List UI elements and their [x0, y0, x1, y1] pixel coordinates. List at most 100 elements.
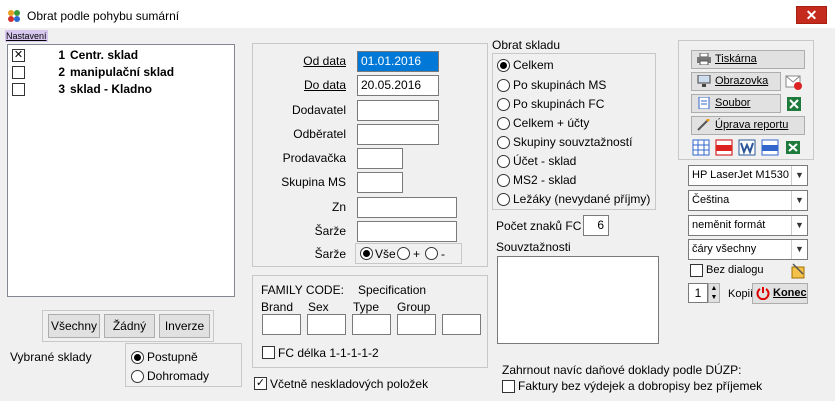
warehouse-number: 3	[58, 82, 65, 96]
group-input[interactable]	[397, 314, 436, 335]
sarze-label: Šarže	[314, 224, 346, 238]
email-icon[interactable]	[785, 73, 803, 91]
tiskarna-button[interactable]: Tiskárna	[691, 50, 805, 69]
printer-icon	[697, 53, 711, 66]
do-data-label: Do data	[303, 78, 346, 92]
obrat-title: Obrat skladu	[492, 38, 561, 52]
vcetne-checkbox[interactable]: ✓	[254, 377, 267, 390]
checkbox-warehouse-1[interactable]: ✕	[12, 49, 25, 62]
faktury-checkbox[interactable]	[502, 380, 515, 393]
select-none-button[interactable]: Žádný	[104, 314, 155, 338]
dodavatel-label: Dodavatel	[291, 103, 346, 117]
radio-dohromady[interactable]	[131, 370, 144, 383]
kopii-label: Kopií	[728, 288, 754, 300]
warehouse-list[interactable]: ✕ 1 Centr. sklad 2 manipulační sklad 3 s…	[7, 44, 235, 297]
skupina-ms-label: Skupina MS	[281, 175, 346, 189]
od-data-input[interactable]: 01.01.2016	[357, 51, 439, 72]
brand-label: Brand	[261, 300, 294, 314]
radio-obrat-ms2-sklad[interactable]	[497, 174, 510, 187]
lines-select[interactable]: čáry všechny ▼	[688, 239, 808, 260]
type-label: Type	[353, 300, 380, 314]
radio-sarze-vse-label: Vše	[375, 247, 396, 261]
radio-sarze-plus[interactable]	[397, 247, 410, 260]
power-icon	[756, 287, 770, 301]
invert-button[interactable]: Inverze	[159, 314, 210, 338]
sarze-input[interactable]	[357, 221, 457, 242]
printer-select[interactable]: HP LaserJet M1530 ▼	[688, 165, 808, 186]
odberatel-input[interactable]	[357, 124, 439, 145]
checkbox-warehouse-3[interactable]	[12, 83, 25, 96]
radio-obrat-label: Ležáky (nevydané příjmy)	[513, 192, 651, 206]
pocet-znaku-input[interactable]: 6	[583, 215, 609, 236]
type-input[interactable]	[352, 314, 391, 335]
radio-obrat-label: Účet - sklad	[513, 154, 577, 168]
fc-delka-label: FC délka 1-1-1-1-2	[278, 346, 379, 360]
group-label: Group	[397, 300, 431, 314]
radio-obrat-lezaky[interactable]	[497, 193, 510, 206]
excel-export-icon[interactable]	[784, 139, 802, 156]
brand-input[interactable]	[262, 314, 301, 335]
spec-extra-input[interactable]	[442, 314, 481, 335]
specification-label: Specification	[358, 283, 427, 297]
close-button[interactable]: ✕	[796, 6, 827, 24]
table-icon[interactable]	[692, 139, 710, 156]
radio-obrat-po-skupinach-fc[interactable]	[497, 98, 510, 111]
radio-obrat-celkem-ucty[interactable]	[497, 117, 510, 130]
checkbox-warehouse-2[interactable]	[12, 66, 25, 79]
html-icon[interactable]	[761, 139, 779, 156]
sarze-filter-label: Šarže	[314, 247, 346, 261]
do-data-input[interactable]: 20.05.2016	[357, 75, 439, 96]
language-select[interactable]: Čeština ▼	[688, 190, 808, 211]
format-select[interactable]: neměnit formát ▼	[688, 215, 808, 236]
radio-sarze-vse[interactable]	[360, 247, 373, 260]
konec-button[interactable]: Konec	[752, 283, 808, 304]
sex-label: Sex	[308, 300, 329, 314]
warehouse-name: manipulační sklad	[70, 65, 175, 79]
radio-obrat-label: Po skupinách FC	[513, 97, 605, 111]
excel-icon[interactable]	[785, 95, 803, 113]
souvztaznosti-list[interactable]	[497, 256, 659, 344]
sex-input[interactable]	[307, 314, 346, 335]
kopii-stepper[interactable]: ▲ ▼	[708, 283, 720, 303]
radio-sarze-minus[interactable]	[425, 247, 438, 260]
radio-obrat-ucet-sklad[interactable]	[497, 155, 510, 168]
pdf-icon[interactable]	[715, 139, 733, 156]
warehouse-number: 2	[58, 65, 65, 79]
monitor-icon	[697, 75, 711, 88]
od-data-label: Od data	[303, 54, 346, 68]
settings-wand-icon[interactable]	[789, 262, 807, 280]
list-item[interactable]: ✕ 1 Centr. sklad	[11, 48, 231, 64]
radio-obrat-label: Celkem	[513, 58, 554, 72]
faktury-label: Faktury bez výdejek a dobropisy bez příj…	[518, 379, 763, 393]
select-all-button[interactable]: Všechny	[48, 314, 100, 338]
radio-obrat-po-skupinach-ms[interactable]	[497, 79, 510, 92]
soubor-button[interactable]: Soubor	[691, 94, 781, 113]
chevron-down-icon: ▼	[791, 191, 807, 210]
chevron-down-icon: ▼	[791, 166, 807, 185]
kopii-input[interactable]: 1	[688, 283, 708, 303]
wand-icon	[697, 119, 710, 131]
radio-obrat-label: MS2 - sklad	[513, 173, 577, 187]
word-icon[interactable]	[738, 139, 756, 156]
fc-delka-checkbox[interactable]	[262, 346, 275, 359]
radio-obrat-label: Skupiny souvztažností	[513, 135, 633, 149]
bez-dialogu-label: Bez dialogu	[706, 264, 764, 276]
list-item[interactable]: 2 manipulační sklad	[11, 65, 231, 81]
vcetne-label: Včetně neskladových položek	[270, 377, 429, 391]
dodavatel-input[interactable]	[357, 100, 439, 121]
radio-obrat-souvztaznosti[interactable]	[497, 136, 510, 149]
obrazovka-button[interactable]: Obrazovka	[691, 72, 781, 91]
window-title: Obrat podle pohybu sumární	[27, 9, 180, 23]
radio-obrat-celkem[interactable]	[497, 59, 510, 72]
radio-obrat-label: Po skupinách MS	[513, 78, 607, 92]
menu-nastaveni[interactable]: Nastavení	[5, 30, 48, 42]
prodavacka-input[interactable]	[357, 148, 403, 169]
app-icon	[8, 10, 20, 22]
zn-input[interactable]	[357, 197, 457, 218]
uprava-reportu-button[interactable]: Úprava reportu	[691, 116, 805, 135]
radio-sarze-plus-label: +	[413, 247, 421, 261]
skupina-ms-input[interactable]	[357, 172, 403, 193]
radio-postupne[interactable]	[131, 351, 144, 364]
list-item[interactable]: 3 sklad - Kladno	[11, 82, 231, 98]
bez-dialogu-checkbox[interactable]	[690, 264, 703, 277]
